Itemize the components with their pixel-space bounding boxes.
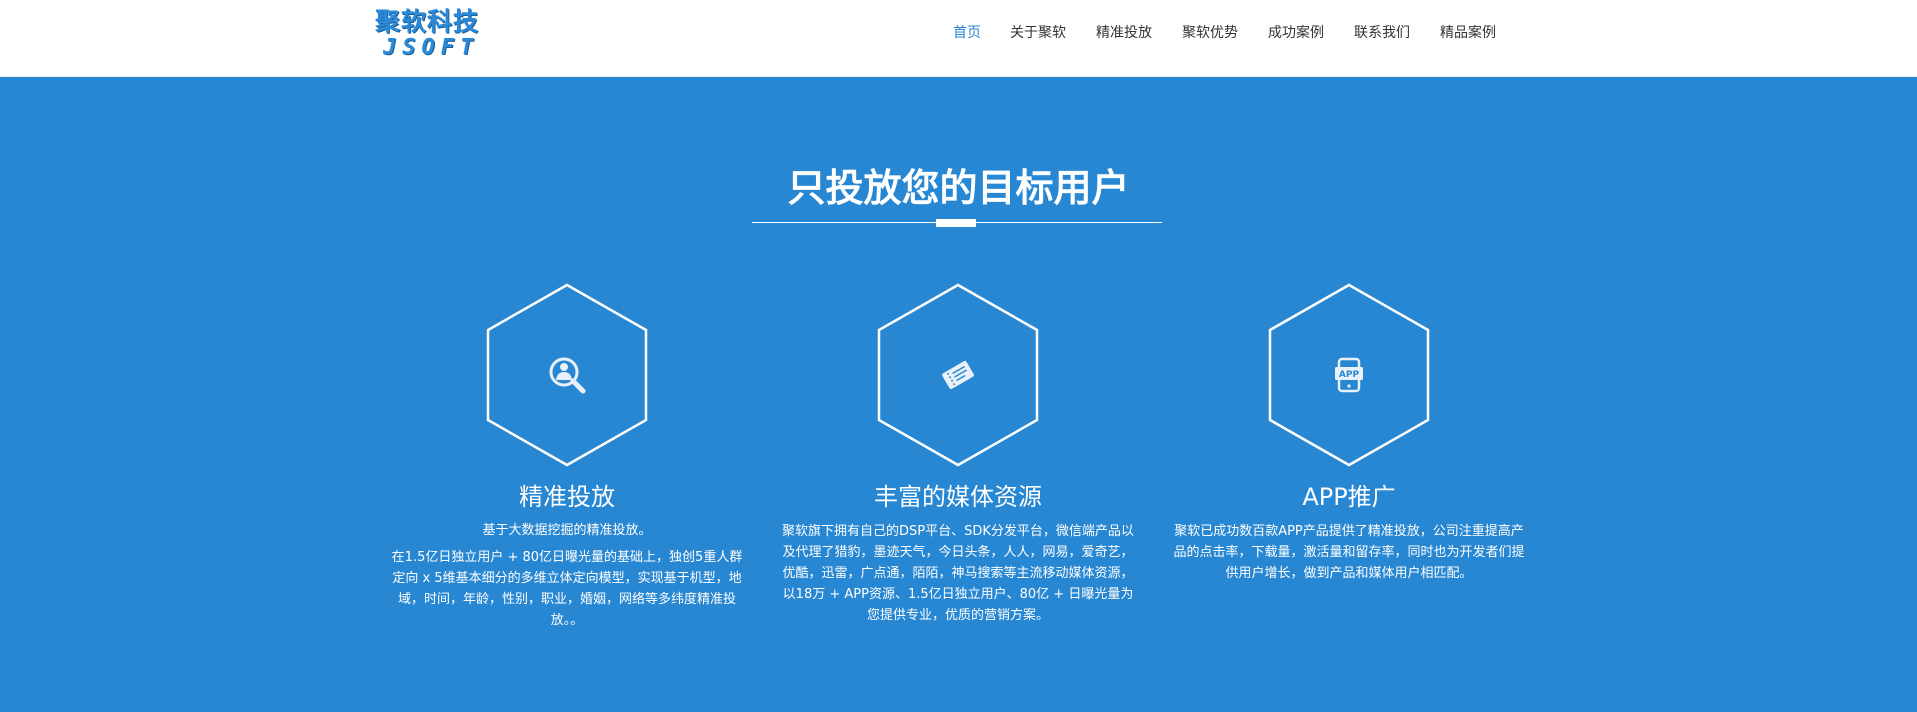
nav-item-cases[interactable]: 成功案例 (1268, 22, 1324, 44)
hexagon-frame: APP (1268, 283, 1430, 467)
feature-description: 在1.5亿日独立用户 + 80亿日曝光量的基础上，独创5重人群定向 x 5维基本… (391, 550, 743, 628)
logo[interactable]: 聚软科技 JSOFT (375, 7, 485, 60)
feature-description: 聚软旗下拥有自己的DSP平台、SDK分发平台，微信端产品以及代理了猎豹，墨迹天气… (782, 524, 1134, 623)
feature-subtitle: 基于大数据挖掘的精准投放。 (482, 523, 652, 538)
nav-item-advantages[interactable]: 聚软优势 (1182, 22, 1238, 44)
site-header: 聚软科技 JSOFT 首页 关于聚软 精准投放 聚软优势 成功案例 联系我们 精… (0, 0, 1917, 77)
feature-title: APP推广 (1302, 483, 1396, 511)
ticket-icon (942, 360, 974, 390)
feature-title: 精准投放 (519, 483, 615, 511)
title-accent-bar (936, 219, 976, 227)
svg-text:APP: APP (1339, 370, 1360, 380)
nav-item-about[interactable]: 关于聚软 (1010, 22, 1066, 44)
logo-chinese: 聚软科技 (375, 7, 480, 36)
nav-item-featured-cases[interactable]: 精品案例 (1440, 22, 1496, 44)
hero-section: 只投放您的目标用户 精准投放 基于大数据挖掘的精准投放。 在1.5亿日独立用户 … (0, 77, 1917, 712)
section-title: 只投放您的目标用户 (787, 166, 1130, 210)
nav-item-home[interactable]: 首页 (953, 22, 981, 44)
feature-description: 聚软已成功数百款APP产品提供了精准投放，公司注重提高产品的点击率，下载量，激活… (1173, 524, 1525, 581)
logo-english: JSOFT (383, 35, 480, 60)
app-phone-icon: APP (1335, 357, 1363, 393)
nav-item-contact[interactable]: 联系我们 (1354, 22, 1410, 44)
feature-title: 丰富的媒体资源 (874, 483, 1042, 511)
hexagon-frame (486, 283, 648, 467)
hexagon-frame (877, 283, 1039, 467)
search-person-icon (549, 357, 586, 394)
nav-item-precise-delivery[interactable]: 精准投放 (1096, 22, 1152, 44)
